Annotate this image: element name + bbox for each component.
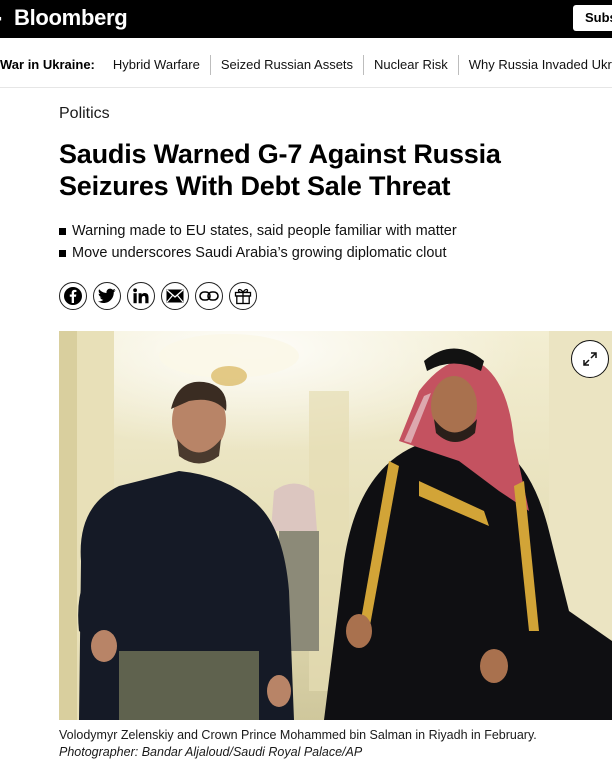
bullet-icon bbox=[59, 228, 66, 235]
bloomberg-logo[interactable]: Bloomberg bbox=[14, 4, 128, 32]
twitter-icon bbox=[98, 288, 116, 303]
share-twitter-button[interactable] bbox=[93, 282, 121, 310]
summary-bullet: Warning made to EU states, said people f… bbox=[59, 220, 599, 242]
summary-bullet-text: Move underscores Saudi Arabia’s growing … bbox=[72, 245, 447, 261]
email-icon bbox=[166, 289, 184, 303]
bullet-icon bbox=[59, 250, 66, 257]
article-headline: Saudis Warned G-7 Against Russia Seizure… bbox=[59, 139, 501, 201]
share-bar bbox=[59, 282, 257, 310]
caption-text: Volodymyr Zelenskiy and Crown Prince Moh… bbox=[59, 728, 537, 742]
summary-bullet: Move underscores Saudi Arabia’s growing … bbox=[59, 242, 599, 264]
share-facebook-button[interactable] bbox=[59, 282, 87, 310]
photo-credit: Photographer: Bandar Aljaloud/Saudi Roya… bbox=[59, 745, 363, 759]
link-icon bbox=[199, 291, 219, 301]
subscribe-button[interactable]: Subs bbox=[573, 5, 612, 31]
expand-photo-button[interactable] bbox=[571, 340, 609, 378]
topic-bar: War in Ukraine: Hybrid Warfare Seized Ru… bbox=[0, 38, 612, 88]
topic-bar-label: War in Ukraine: bbox=[0, 57, 95, 72]
site-header: ▪ Bloomberg Subs bbox=[0, 0, 612, 38]
section-label[interactable]: Politics bbox=[59, 105, 110, 123]
topic-link-nuclear-risk[interactable]: Nuclear Risk bbox=[364, 57, 458, 73]
article-photo[interactable] bbox=[59, 331, 612, 720]
share-linkedin-button[interactable] bbox=[127, 282, 155, 310]
article-summary: Warning made to EU states, said people f… bbox=[59, 220, 599, 264]
topic-link-seized-russian-assets[interactable]: Seized Russian Assets bbox=[211, 57, 363, 73]
gift-article-button[interactable] bbox=[229, 282, 257, 310]
photo-image bbox=[59, 331, 612, 720]
facebook-icon bbox=[64, 287, 82, 305]
share-email-button[interactable] bbox=[161, 282, 189, 310]
copy-link-button[interactable] bbox=[195, 282, 223, 310]
topic-link-why-russia-invaded-ukraine[interactable]: Why Russia Invaded Ukraine bbox=[459, 57, 612, 73]
linkedin-icon bbox=[133, 288, 149, 304]
expand-icon bbox=[583, 352, 597, 366]
topic-link-hybrid-warfare[interactable]: Hybrid Warfare bbox=[103, 57, 210, 73]
photo-caption: Volodymyr Zelenskiy and Crown Prince Moh… bbox=[59, 727, 559, 761]
gift-icon bbox=[234, 288, 252, 305]
menu-icon[interactable]: ▪ bbox=[0, 11, 4, 25]
summary-bullet-text: Warning made to EU states, said people f… bbox=[72, 223, 457, 239]
